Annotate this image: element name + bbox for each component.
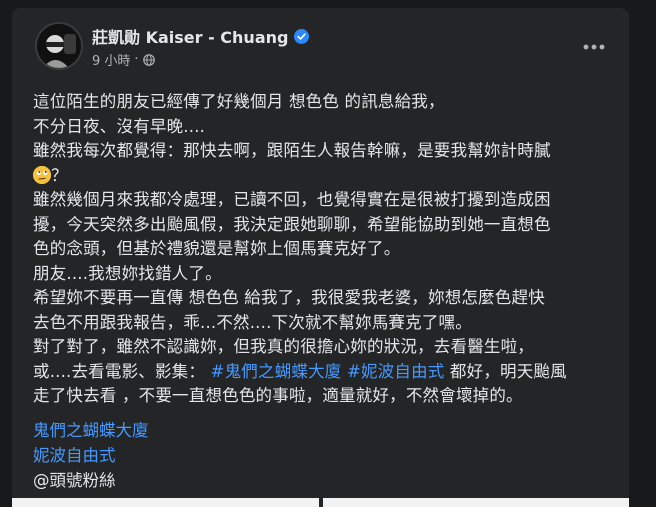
author-row: 莊凱勛 Kaiser - Chuang (92, 24, 310, 48)
post-line: 去色不用跟我報告，乖...不然....下次就不幫妳馬賽克了嘿。 (33, 312, 472, 332)
post-header: 莊凱勛 Kaiser - Chuang 9 小時 · (12, 8, 629, 80)
emoji-line-suffix: ？ (51, 165, 68, 185)
hashtag-line-prefix: 或....去看電影、影集： (33, 361, 206, 381)
post-images (12, 498, 629, 507)
post-line: 色的念頭，但基於禮貌還是幫妳上個馬賽克好了。 (33, 239, 401, 258)
post-line-hashtags: 或....去看電影、影集： #鬼們之蝴蝶大廈 #妮波自由式 都好，明天颱風 (33, 360, 623, 385)
author-avatar[interactable] (35, 22, 83, 70)
post-image[interactable] (322, 498, 629, 507)
hashtag-link[interactable]: #妮波自由式 (347, 362, 445, 381)
post-timestamp[interactable]: 9 小時 (92, 50, 130, 69)
verified-badge-icon (294, 28, 310, 44)
post-meta: 9 小時 · (92, 50, 155, 69)
post-line: 朋友....我想妳找錯人了。 (33, 263, 222, 283)
post-line: 雖然幾個月來我都冷處理，已讀不回，也覺得實在是很被打擾到造成困 (33, 190, 551, 209)
globe-icon[interactable] (142, 53, 155, 66)
post-line: 對了對了，雖然不認識妳，但我真的很擔心妳的狀況，去看醫生啦， (33, 337, 534, 356)
post-line: 擾，今天突然多出颱風假，我決定跟她聊聊，希望能協助到她一直想色 (33, 214, 551, 234)
post-line: 走了快去看 ，不要一直想色色的事啦，適量就好，不然會壞掉的。 (33, 386, 523, 405)
post-text: 這位陌生的朋友已經傳了好幾個月 想色色 的訊息給我， 不分日夜、沒有早晚....… (33, 90, 623, 409)
post-line: 希望妳不要再一直傳 想色色 給我了，我很愛我老婆，妳想怎麼色趕快 (33, 288, 545, 307)
hashtag-link[interactable]: #鬼們之蝴蝶大廈 (211, 362, 342, 381)
author-name[interactable]: 莊凱勛 Kaiser - Chuang (92, 24, 288, 48)
post-card: 莊凱勛 Kaiser - Chuang 9 小時 · 這位陌生的朋友已經傳了好幾… (12, 8, 629, 507)
post-image[interactable] (12, 498, 319, 507)
post-line: 不分日夜、沒有早晚.... (33, 116, 206, 136)
more-options-button[interactable] (577, 30, 611, 64)
meta-separator: · (134, 52, 139, 67)
post-line-emoji: ？ (33, 164, 623, 189)
post-line: 雖然我每次都覺得：那快去啊，跟陌生人報告幹嘛，是要我幫妳計時膩 (33, 141, 551, 160)
hashtag-line-suffix: 都好，明天颱風 (449, 361, 567, 381)
tagged-pages: 鬼們之蝴蝶大廈 妮波自由式 @頭號粉絲 (33, 418, 149, 493)
post-line: 這位陌生的朋友已經傳了好幾個月 想色色 的訊息給我， (33, 92, 445, 111)
tagged-page-link[interactable]: 鬼們之蝴蝶大廈 (33, 418, 149, 443)
tagged-page-link[interactable]: 妮波自由式 (33, 443, 149, 468)
mention-tag[interactable]: @頭號粉絲 (33, 468, 149, 493)
more-options-icon (583, 44, 605, 50)
eye-roll-emoji-icon (33, 165, 51, 184)
avatar-photo-icon (37, 24, 81, 68)
